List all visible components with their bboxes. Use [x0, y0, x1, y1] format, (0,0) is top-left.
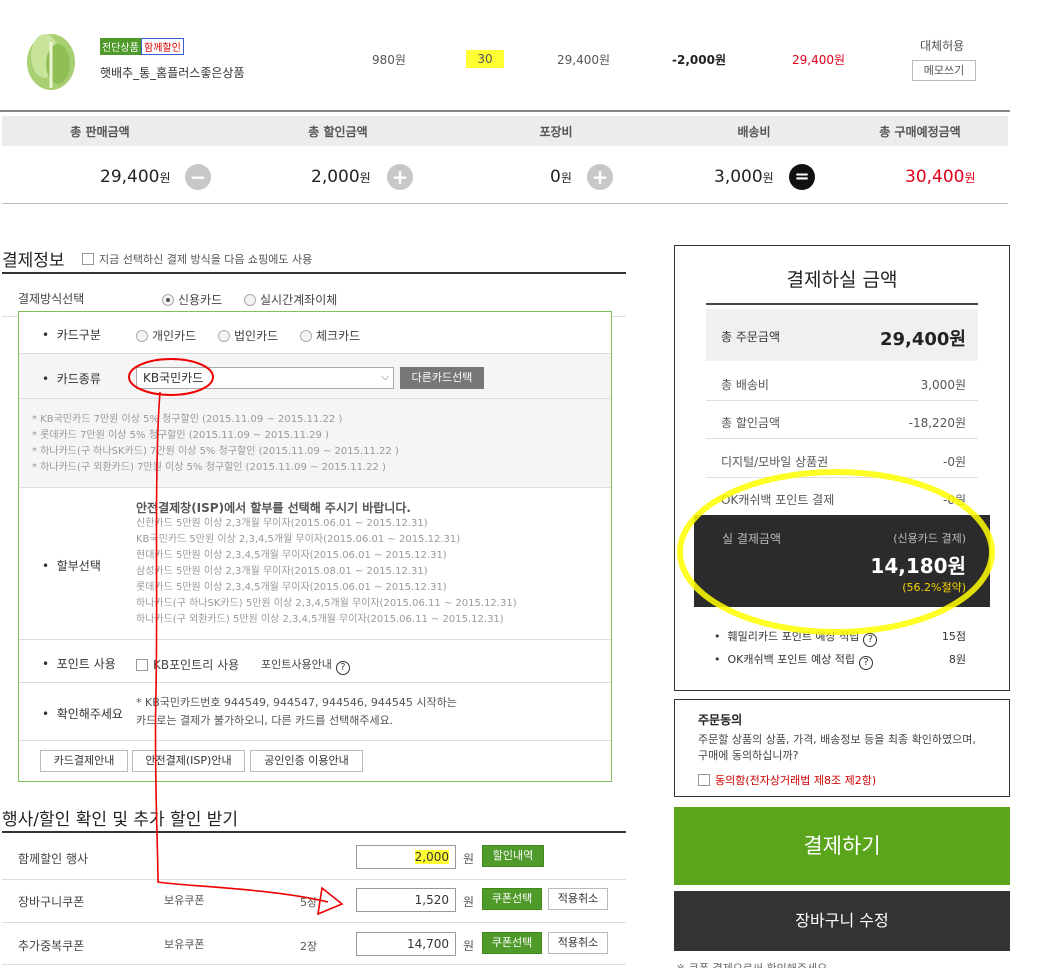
- pay-button[interactable]: 결제하기: [674, 807, 1010, 885]
- held-coupon-count: 2장: [300, 940, 318, 953]
- event-label: 함께할인 행사: [18, 852, 89, 866]
- method-transfer-radio[interactable]: 실시간계좌이체: [244, 291, 337, 308]
- summary-header-total: 총 구매예정금액: [879, 125, 961, 139]
- coupon-select-button[interactable]: 쿠폰선택: [482, 888, 542, 910]
- divider: [2, 272, 626, 274]
- total-order-label: 총 주문금액: [721, 330, 781, 344]
- cart-coupon-input[interactable]: 1,520: [356, 888, 456, 912]
- method-label: 결제방식선택: [18, 292, 85, 306]
- card-type-corporate[interactable]: 법인카드: [218, 327, 278, 344]
- summary-header-discount: 총 할인금액: [308, 125, 368, 139]
- divider: [0, 110, 1010, 112]
- card-type-check[interactable]: 체크카드: [300, 327, 360, 344]
- other-card-button[interactable]: 다른카드선택: [400, 367, 484, 389]
- plus-icon: +: [387, 164, 413, 190]
- side-line-label: 총 배송비: [721, 378, 769, 392]
- total-order-value: 29,400원: [879, 329, 966, 350]
- cart-coupon-label: 장바구니쿠폰: [18, 895, 85, 909]
- memo-button[interactable]: 메모쓰기: [912, 60, 976, 81]
- installment-label: • 할부선택: [42, 559, 101, 573]
- summary-discount-value: 2,000원: [311, 167, 371, 187]
- cart-edit-button[interactable]: 장바구니 수정: [674, 891, 1010, 951]
- extra-coupon-label: 추가중복쿠폰: [18, 939, 85, 953]
- substitute-label: 대체허용: [920, 39, 965, 53]
- extra-coupon-input[interactable]: 14,700: [356, 932, 456, 956]
- card-type-personal[interactable]: 개인카드: [136, 327, 196, 344]
- event-unit: 원: [463, 852, 475, 866]
- product-name[interactable]: 햇배추_통_홈플러스좋은상품: [100, 64, 244, 81]
- summary-packing-value: 0원: [550, 167, 572, 187]
- summary-header-shipping: 배송비: [737, 125, 771, 139]
- line-discount: -2,000원: [672, 53, 726, 67]
- event-unit: 원: [463, 895, 475, 909]
- plus-icon: +: [587, 164, 613, 190]
- confirm-label: • 확인해주세요: [42, 707, 123, 721]
- agree-text: 주문할 상품의 상품, 가격, 배송정보 등을 최종 확인하였으며, 구매에 동…: [698, 733, 976, 762]
- point-estimate-value: 8원: [948, 653, 966, 666]
- help-icon[interactable]: ?: [859, 656, 874, 670]
- summary-total-value: 30,400원: [905, 167, 976, 187]
- badge-new: 전단상품: [100, 38, 141, 55]
- summary-header-sales: 총 판매금액: [70, 125, 130, 139]
- divider: [2, 964, 626, 965]
- divider: [706, 438, 978, 439]
- side-line-value: -18,220원: [908, 416, 966, 430]
- yellow-highlight-annotation: [677, 469, 995, 635]
- remember-checkbox[interactable]: 지금 선택하신 결제 방식을 다음 쇼핑에도 사용: [82, 251, 312, 267]
- agree-checkbox[interactable]: 동의함(전자상거래법 제8조 제2항): [698, 772, 876, 788]
- coupon-cancel-button[interactable]: 적용취소: [548, 932, 608, 954]
- held-coupon-label: 보유쿠폰: [164, 938, 205, 951]
- unit-price: 980원: [372, 53, 406, 67]
- product-image[interactable]: [20, 22, 82, 92]
- summary-sales-value: 29,400원: [100, 167, 171, 187]
- divider: [706, 303, 978, 305]
- agree-title: 주문동의: [698, 713, 743, 727]
- side-line-value: 3,000원: [920, 378, 966, 392]
- badge-sale: 함께할인: [141, 38, 184, 55]
- coupon-select-button[interactable]: 쿠폰선택: [482, 932, 542, 954]
- line-final: 29,400원: [792, 53, 846, 67]
- side-title: 결제하실 금액: [786, 269, 898, 291]
- point-label: • 포인트 사용: [42, 657, 116, 671]
- card-guide-button[interactable]: 카드결제안내: [40, 750, 128, 772]
- divider: [2, 922, 626, 923]
- method-card-radio[interactable]: 신용카드: [162, 291, 222, 308]
- event-amount-input[interactable]: 2,000: [356, 845, 456, 869]
- event-unit: 원: [463, 939, 475, 953]
- equals-icon: =: [789, 164, 815, 190]
- summary-header-packing: 포장비: [539, 125, 573, 139]
- summary-shipping-value: 3,000원: [714, 167, 774, 187]
- minus-icon: −: [185, 164, 211, 190]
- coupon-cancel-button[interactable]: 적용취소: [548, 888, 608, 910]
- side-line-label: 총 할인금액: [721, 416, 781, 430]
- card-type-label: • 카드구분: [42, 328, 101, 342]
- payment-title: 결제정보: [2, 251, 65, 271]
- card-kind-label: • 카드종류: [42, 372, 101, 386]
- footer-note: ※ 쿠폰 결제으로써 확인해주세요: [676, 960, 827, 968]
- divider: [706, 400, 978, 401]
- point-estimate-label: • OK캐쉬백 포인트 예상 적립?: [714, 651, 874, 670]
- chevron-down-icon: ⌵: [381, 372, 389, 383]
- discount-history-button[interactable]: 할인내역: [482, 845, 544, 867]
- red-arrow-annotation: [154, 391, 344, 916]
- line-price: 29,400원: [557, 53, 611, 67]
- quantity: 30: [466, 50, 504, 68]
